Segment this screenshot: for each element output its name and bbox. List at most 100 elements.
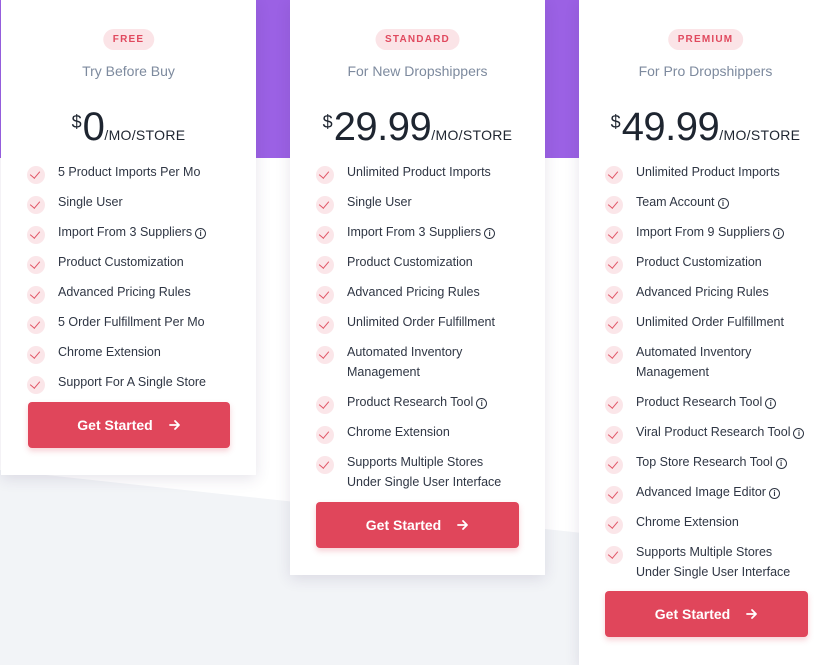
check-icon (27, 256, 45, 274)
info-icon[interactable]: i (195, 228, 207, 239)
feature-item: Unlimited Order Fulfillment (605, 312, 822, 342)
check-icon (316, 286, 334, 304)
check-icon (605, 456, 623, 474)
check-icon (316, 226, 334, 244)
feature-text: 5 Order Fulfillment Per Mo (58, 315, 205, 329)
feature-text: Chrome Extension (347, 425, 450, 439)
info-icon[interactable]: i (793, 428, 805, 439)
feature-item: Product Customization (316, 252, 535, 282)
check-icon (605, 286, 623, 304)
get-started-button[interactable]: Get Started (28, 402, 230, 448)
plan-price: $ 29.99 /MO/STORE (290, 104, 545, 150)
feature-item: Import From 3 Suppliers i (316, 222, 535, 252)
get-started-button[interactable]: Get Started (316, 502, 519, 548)
check-icon (605, 426, 623, 444)
feature-item: 5 Product Imports Per Mo (27, 162, 246, 192)
arrow-right-icon (168, 420, 180, 430)
button-label: Get Started (77, 417, 153, 433)
feature-text: Single User (347, 195, 412, 209)
feature-text: Advanced Image Editor i (636, 482, 780, 502)
feature-item: Product Research Tool i (605, 392, 822, 422)
get-started-button[interactable]: Get Started (605, 591, 808, 637)
feature-item: Product Customization (605, 252, 822, 282)
info-icon[interactable]: i (476, 398, 488, 409)
check-icon (316, 396, 334, 414)
pricing-card-premium: PREMIUM For Pro Dropshippers $ 49.99 /MO… (579, 0, 832, 665)
feature-text: Advanced Pricing Rules (636, 285, 769, 299)
plan-badge: PREMIUM (667, 29, 744, 50)
feature-text: Top Store Research Tool i (636, 452, 787, 472)
feature-text: Advanced Pricing Rules (58, 285, 191, 299)
button-label: Get Started (365, 517, 442, 533)
feature-text: 5 Product Imports Per Mo (58, 165, 201, 179)
price-period: /MO/STORE (719, 127, 801, 143)
arrow-right-icon (457, 520, 469, 530)
feature-item: Chrome Extension (605, 512, 822, 542)
feature-item: Product Customization (27, 252, 246, 282)
feature-list: 5 Product Imports Per Mo Single User Imp… (27, 162, 246, 402)
check-icon (27, 226, 45, 244)
plan-subtitle: Try Before Buy (82, 63, 175, 79)
info-icon[interactable]: i (775, 458, 787, 469)
feature-text: Unlimited Order Fulfillment (636, 315, 784, 329)
feature-text: Automated Inventory Management (347, 345, 463, 379)
feature-item: Chrome Extension (27, 342, 246, 372)
feature-item: Automated Inventory Management (316, 342, 535, 392)
pricing-card-standard: STANDARD For New Dropshippers $ 29.99 /M… (290, 0, 545, 575)
info-icon[interactable]: i (773, 228, 785, 239)
check-icon (27, 346, 45, 364)
feature-item: Automated Inventory Management (605, 342, 822, 392)
feature-item: Single User (27, 192, 246, 222)
check-icon (316, 166, 334, 184)
price-amount: 29.99 (333, 105, 432, 149)
feature-item: Import From 3 Suppliers i (27, 222, 246, 252)
info-icon[interactable]: i (768, 488, 780, 499)
check-icon (605, 196, 623, 214)
check-icon (316, 456, 334, 474)
button-label: Get Started (654, 606, 731, 622)
check-icon (27, 166, 45, 184)
feature-text: Unlimited Product Imports (347, 165, 491, 179)
feature-text: Unlimited Product Imports (636, 165, 780, 179)
feature-item: Product Research Tool i (316, 392, 535, 422)
price-currency: $ (610, 112, 621, 132)
info-icon[interactable]: i (765, 398, 777, 409)
check-icon (605, 226, 623, 244)
feature-text: Product Customization (347, 255, 473, 269)
feature-text: Import From 3 Suppliers i (58, 222, 207, 242)
feature-item: Viral Product Research Tool i (605, 422, 822, 452)
feature-item: 5 Order Fulfillment Per Mo (27, 312, 246, 342)
feature-text: Supports Multiple Stores Under Single Us… (636, 545, 791, 579)
feature-item: Advanced Pricing Rules (27, 282, 246, 312)
feature-text: Viral Product Research Tool i (636, 422, 805, 442)
check-icon (316, 426, 334, 444)
feature-item: Advanced Image Editor i (605, 482, 822, 512)
feature-item: Unlimited Product Imports (605, 162, 822, 192)
check-icon (316, 196, 334, 214)
feature-item: Team Account i (605, 192, 822, 222)
feature-text: Product Customization (636, 255, 762, 269)
check-icon (605, 546, 623, 564)
info-icon[interactable]: i (484, 228, 496, 239)
feature-item: Advanced Pricing Rules (316, 282, 535, 312)
check-icon (27, 196, 45, 214)
check-icon (27, 286, 45, 304)
info-icon[interactable]: i (717, 198, 729, 209)
plan-badge: STANDARD (375, 29, 460, 50)
plan-price: $ 49.99 /MO/STORE (579, 104, 832, 150)
feature-item: Supports Multiple Stores Under Single Us… (605, 542, 822, 592)
price-currency: $ (322, 112, 333, 132)
feature-text: Chrome Extension (636, 515, 739, 529)
check-icon (605, 166, 623, 184)
feature-item: Unlimited Product Imports (316, 162, 535, 192)
feature-text: Supports Multiple Stores Under Single Us… (347, 455, 502, 489)
feature-text: Unlimited Order Fulfillment (347, 315, 495, 329)
feature-list: Unlimited Product Imports Single User Im… (316, 162, 535, 502)
feature-item: Import From 9 Suppliers i (605, 222, 822, 252)
check-icon (316, 256, 334, 274)
feature-text: Chrome Extension (58, 345, 161, 359)
check-icon (316, 346, 334, 364)
plan-subtitle: For New Dropshippers (347, 63, 488, 79)
feature-text: Import From 9 Suppliers i (636, 222, 785, 242)
check-icon (605, 396, 623, 414)
